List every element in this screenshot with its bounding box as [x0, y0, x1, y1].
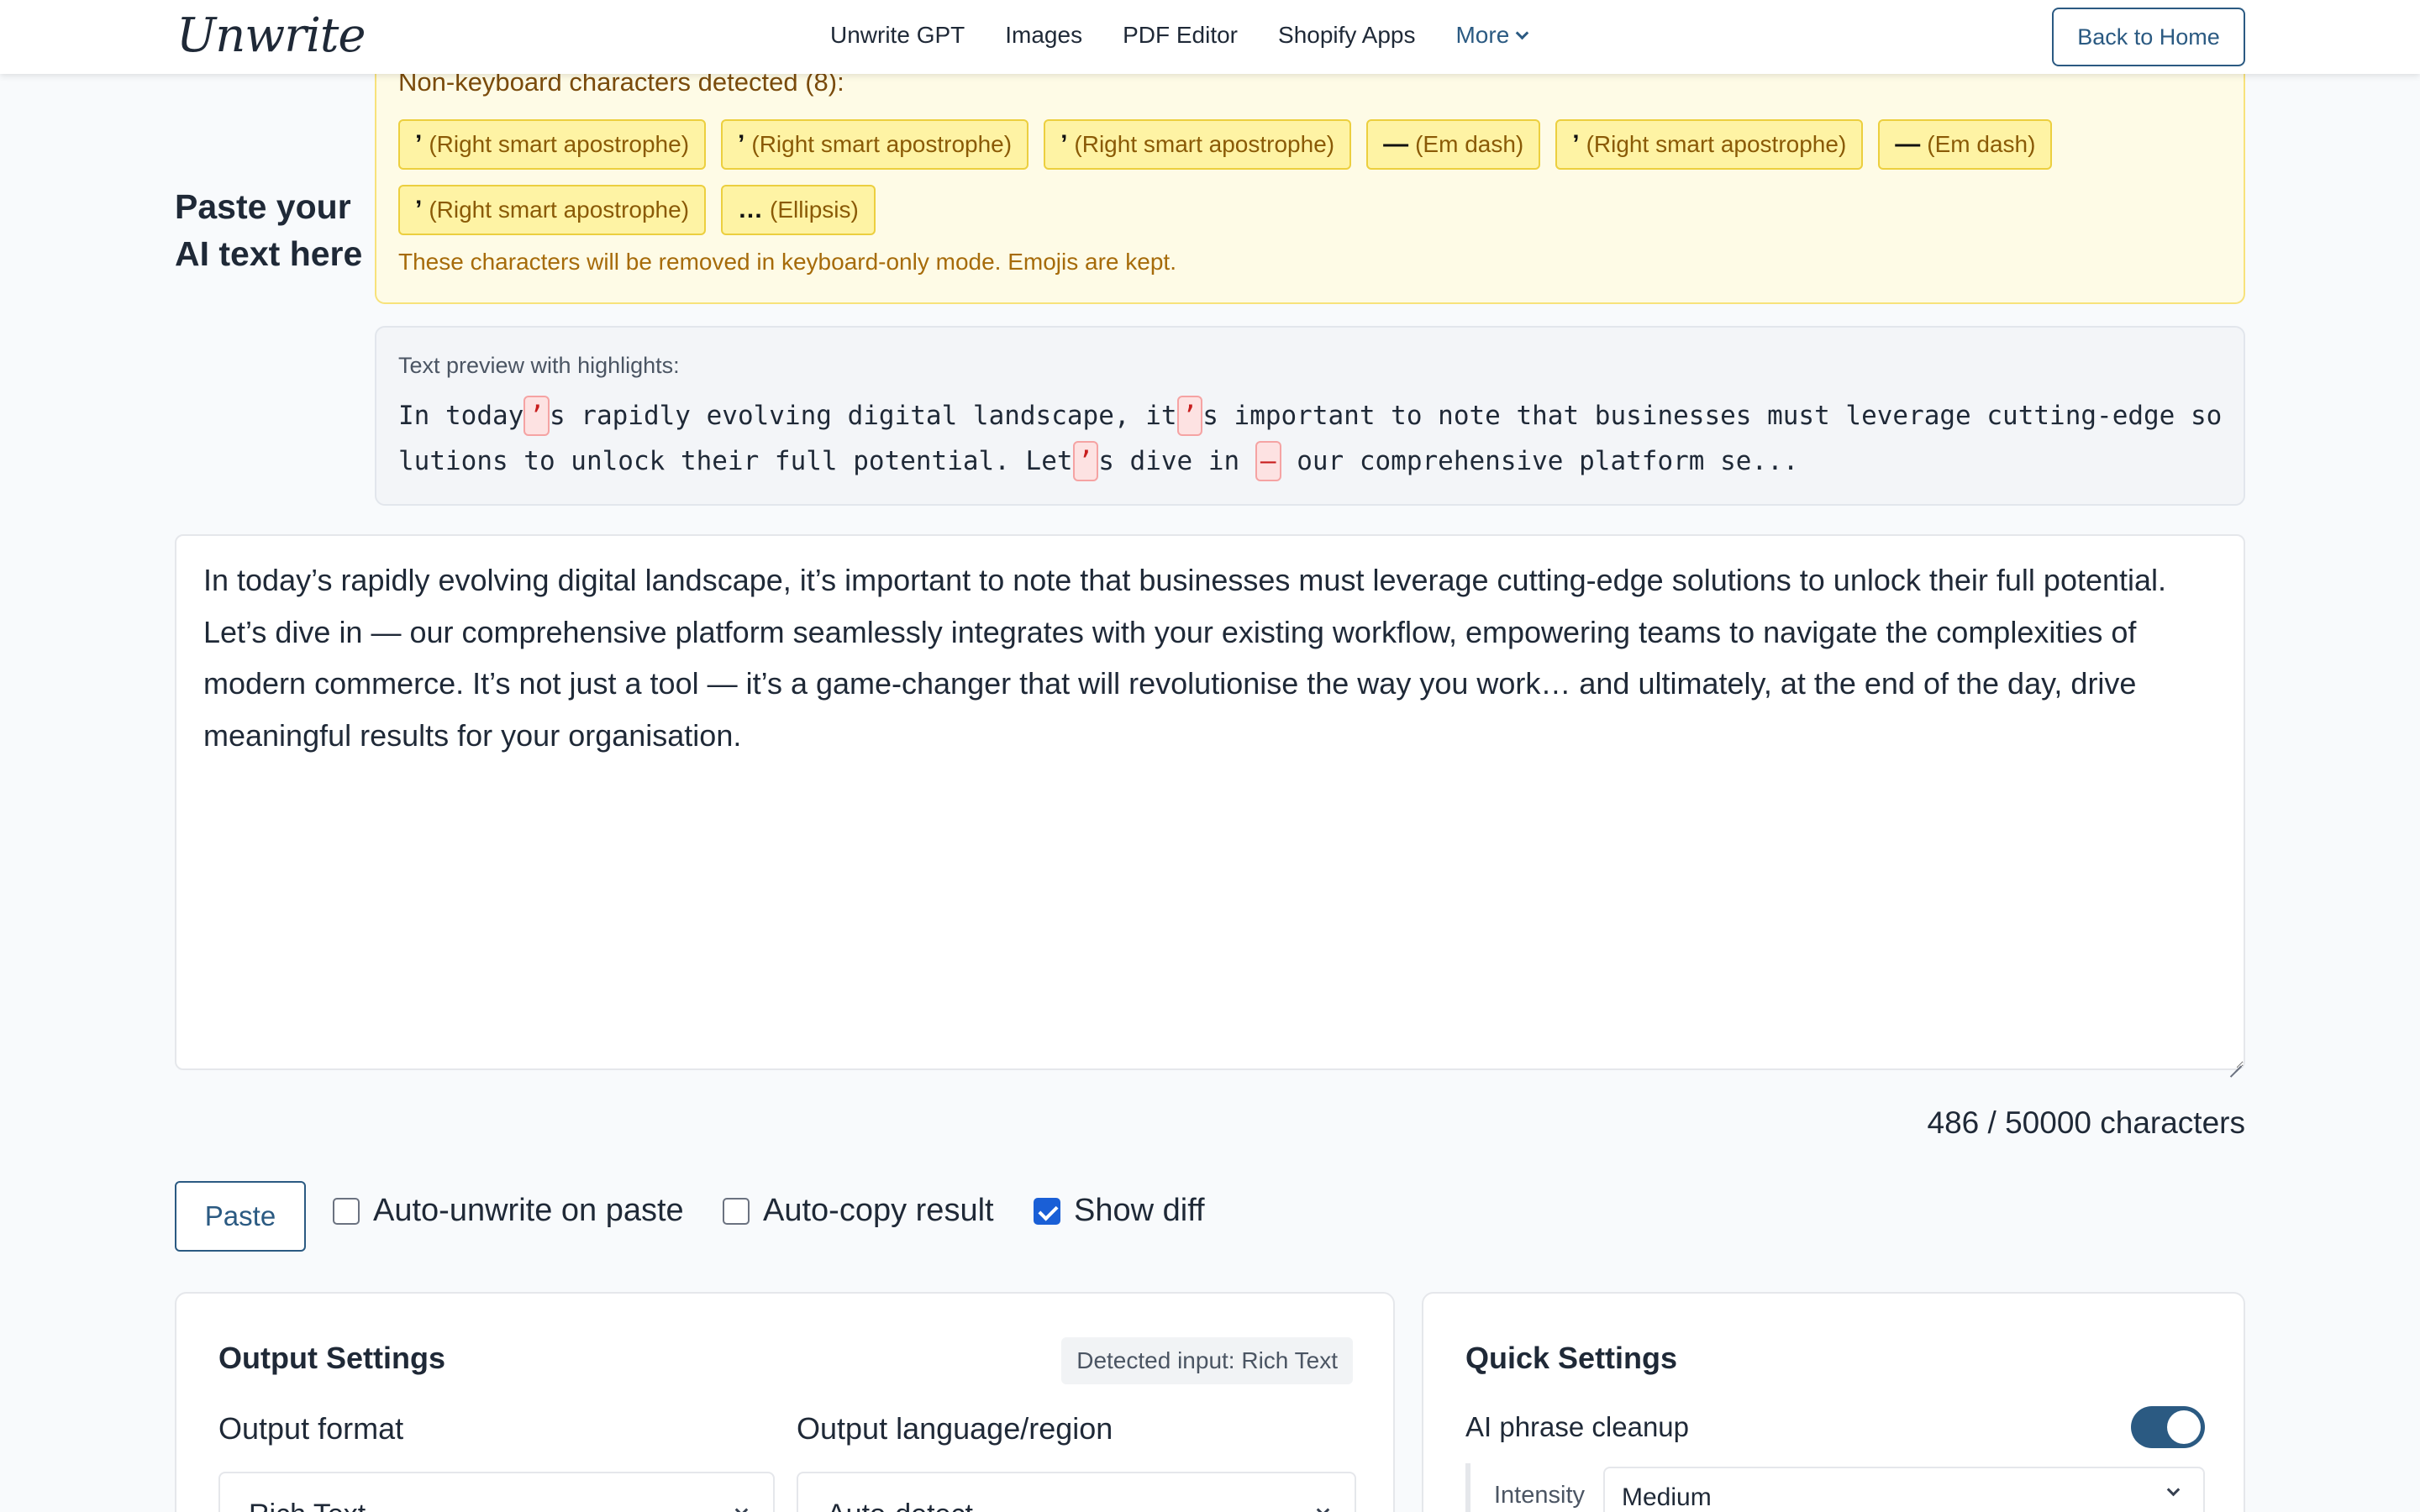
- output-settings-title: Output Settings: [218, 1341, 445, 1375]
- nav-item-shopify-apps[interactable]: Shopify Apps: [1278, 22, 1415, 49]
- auto-copy-option[interactable]: Auto-copy result: [723, 1193, 994, 1229]
- show-diff-option[interactable]: Show diff: [1034, 1193, 1205, 1229]
- chip-char: …: [738, 196, 764, 223]
- auto-copy-label: Auto-copy result: [763, 1193, 994, 1228]
- nav-item-pdf-editor[interactable]: PDF Editor: [1123, 22, 1238, 49]
- character-chip: — (Em dash): [1878, 119, 2053, 170]
- chip-name: (Right smart apostrophe): [751, 131, 1013, 157]
- ai-phrase-cleanup-label: AI phrase cleanup: [1465, 1411, 1690, 1442]
- chip-name: (Right smart apostrophe): [1074, 131, 1335, 157]
- back-to-home-button[interactable]: Back to Home: [2052, 8, 2245, 66]
- chip-char: —: [1383, 130, 1409, 158]
- preview-segment: our comprehensive platform se...: [1281, 446, 1799, 476]
- ai-text-input[interactable]: In today’s rapidly evolving digital land…: [175, 534, 2245, 1070]
- character-chip: ’ (Right smart apostrophe): [398, 185, 707, 235]
- output-language-select[interactable]: Auto-detect: [797, 1472, 1356, 1512]
- ai-phrase-cleanup-toggle[interactable]: [2131, 1406, 2205, 1448]
- character-chip: ’ (Right smart apostrophe): [398, 119, 707, 170]
- main-nav: Unwrite GPT Images PDF Editor Shopify Ap…: [830, 22, 1529, 49]
- top-header: Unwrite Unwrite GPT Images PDF Editor Sh…: [0, 0, 2420, 74]
- input-section-label: Paste your AI text here: [175, 183, 362, 277]
- paste-button[interactable]: Paste: [175, 1181, 306, 1252]
- show-diff-checkbox[interactable]: [1034, 1197, 1060, 1225]
- character-chip: — (Em dash): [1366, 119, 1541, 170]
- detected-input-badge: Detected input: Rich Text: [1061, 1337, 1353, 1384]
- chip-char: ’: [738, 130, 745, 158]
- nav-more-label: More: [1455, 22, 1510, 48]
- preview-segment: s rapidly evolving digital landscape, it: [549, 401, 1177, 431]
- highlighted-char: ’: [523, 396, 550, 436]
- chip-name: (Right smart apostrophe): [1586, 131, 1847, 157]
- chip-name: (Right smart apostrophe): [429, 197, 690, 223]
- output-format-label: Output format: [218, 1411, 404, 1446]
- input-label-line-2: AI text here: [175, 234, 363, 273]
- preview-segment: s dive in: [1098, 446, 1255, 476]
- chevron-down-icon: [734, 1503, 749, 1512]
- chip-char: —: [1895, 130, 1921, 158]
- non-keyboard-warning: Non-keyboard characters detected (8): ’(…: [375, 52, 2245, 304]
- chevron-down-icon: [1515, 26, 1529, 39]
- intensity-label: Intensity: [1494, 1482, 1585, 1509]
- character-chip: ’ (Right smart apostrophe): [1044, 119, 1352, 170]
- quick-settings-title: Quick Settings: [1465, 1341, 1678, 1375]
- preview-segment: In today: [398, 401, 524, 431]
- chip-name: (Em dash): [1415, 131, 1524, 157]
- highlighted-char: ’: [1176, 396, 1203, 436]
- auto-unwrite-label: Auto-unwrite on paste: [373, 1193, 684, 1228]
- chip-char: ’: [1572, 130, 1580, 158]
- chevron-down-icon: [1316, 1503, 1330, 1512]
- chevron-down-icon: [2166, 1483, 2181, 1497]
- chip-char: ’: [415, 196, 423, 223]
- auto-copy-checkbox[interactable]: [723, 1197, 750, 1225]
- intensity-value: Medium: [1622, 1483, 1712, 1511]
- preview-title: Text preview with highlights:: [398, 353, 680, 378]
- character-chip: … (Ellipsis): [721, 185, 876, 235]
- chip-name: (Em dash): [1927, 131, 2036, 157]
- text-preview-panel: Text preview with highlights: In today’ s…: [375, 326, 2245, 506]
- chip-char: ’: [1060, 130, 1068, 158]
- chip-char: ’: [415, 130, 423, 158]
- input-label-line-1: Paste your: [175, 187, 351, 226]
- ai-phrase-cleanup-row: AI phrase cleanup: [1465, 1406, 2205, 1448]
- output-language-value: Auto-detect: [827, 1499, 973, 1512]
- highlighted-char: ’: [1072, 441, 1099, 481]
- resize-handle-icon[interactable]: [2228, 1053, 2242, 1067]
- highlighted-char: —: [1255, 441, 1281, 481]
- character-count: 486 / 50000 characters: [1927, 1105, 2245, 1140]
- output-format-select[interactable]: Rich Text: [218, 1472, 775, 1512]
- output-settings-panel: Output Settings Detected input: Rich Tex…: [175, 1292, 1395, 1512]
- nav-item-unwrite-gpt[interactable]: Unwrite GPT: [830, 22, 965, 49]
- character-chip-list: ’ (Right smart apostrophe) ’ (Right smart …: [398, 119, 2213, 235]
- nav-item-images[interactable]: Images: [1005, 22, 1082, 49]
- warning-note: These characters will be removed in keyb…: [398, 249, 1176, 275]
- quick-settings-panel: Quick Settings AI phrase cleanup Intensi…: [1422, 1292, 2245, 1512]
- chip-name: (Ellipsis): [770, 197, 859, 223]
- auto-unwrite-checkbox[interactable]: [333, 1197, 360, 1225]
- character-chip: ’ (Right smart apostrophe): [721, 119, 1029, 170]
- show-diff-label: Show diff: [1074, 1193, 1205, 1228]
- intensity-select[interactable]: Medium: [1603, 1467, 2205, 1512]
- nav-more-dropdown[interactable]: More: [1455, 22, 1529, 49]
- chip-name: (Right smart apostrophe): [429, 131, 690, 157]
- output-format-value: Rich Text: [249, 1499, 366, 1512]
- preview-text: In today’ s rapidly evolving digital land…: [398, 393, 2230, 484]
- character-chip: ’ (Right smart apostrophe): [1555, 119, 1864, 170]
- auto-unwrite-option[interactable]: Auto-unwrite on paste: [333, 1193, 684, 1229]
- output-language-label: Output language/region: [797, 1411, 1113, 1446]
- intensity-indent-bar: [1465, 1463, 1470, 1512]
- logo[interactable]: Unwrite: [176, 8, 366, 63]
